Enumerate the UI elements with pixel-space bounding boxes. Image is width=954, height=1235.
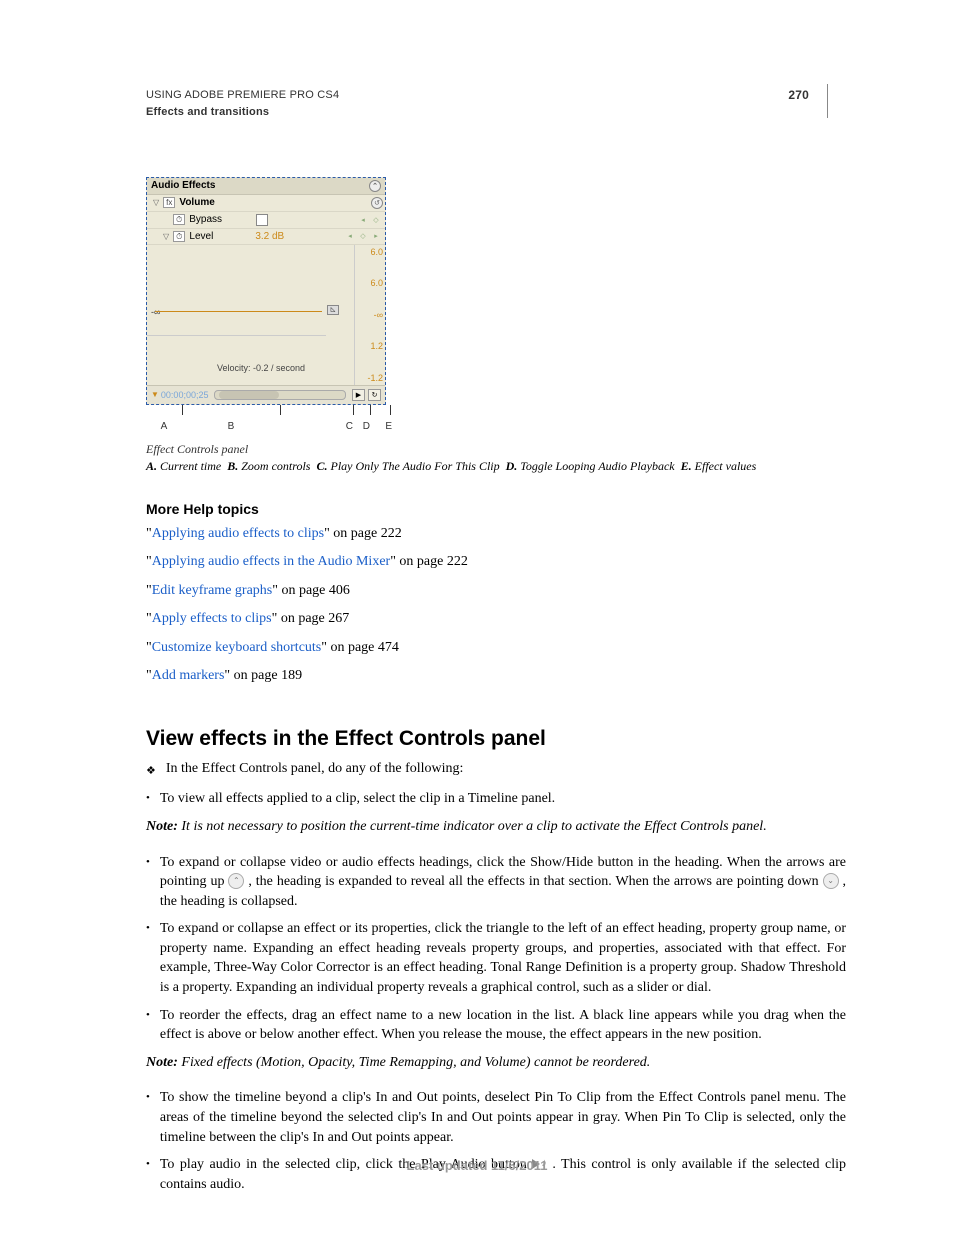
level-label: Level [189, 231, 213, 242]
time-triangle-icon: ▼ [151, 390, 159, 399]
scale-val: -1.2 [355, 373, 383, 383]
chevron-up-circle-icon: ⌃ [228, 873, 244, 889]
intro-line: ❖ In the Effect Controls panel, do any o… [146, 761, 846, 781]
keyframe-add-icon: ◇ [371, 215, 381, 225]
page-header: USING ADOBE PREMIERE PRO CS4 Effects and… [146, 88, 846, 121]
callout-c: C [280, 421, 353, 432]
header-divider [827, 84, 828, 118]
volume-label: Volume [179, 197, 214, 208]
list-item: • To reorder the effects, drag an effect… [146, 1006, 846, 1045]
bullet-icon: • [146, 789, 150, 809]
keyframe-next-icon: ▸ [371, 231, 381, 241]
zoom-scrollbar [214, 390, 346, 400]
help-link[interactable]: Apply effects to clips [152, 611, 272, 626]
collapse-up-icon: ⌃ [369, 180, 381, 192]
bullet-icon: • [146, 1088, 150, 1147]
level-graph: -∞ ◺ Velocity: -0.2 / second 6.0 6.0 -∞ … [147, 245, 385, 385]
section-heading: View effects in the Effect Controls pane… [146, 727, 846, 751]
list-item: • To expand or collapse video or audio e… [146, 853, 846, 912]
play-audio-icon: ▶ [352, 389, 365, 401]
scale-val: 1.2 [355, 341, 383, 351]
callout-a: A [146, 421, 182, 432]
callout-labels: A B C D E [146, 421, 396, 432]
keyframe-badge-icon: ⏱ [173, 214, 185, 225]
keyframe-prev-icon: ◂ [358, 215, 368, 225]
list-item: • To show the timeline beyond a clip's I… [146, 1088, 846, 1147]
callout-e: E [370, 421, 392, 432]
loop-audio-icon: ↻ [368, 389, 381, 401]
zoom-thumb [219, 391, 279, 399]
chevron-down-circle-icon: ⌄ [823, 873, 839, 889]
keyframe-add-icon: ◇ [358, 231, 368, 241]
help-link[interactable]: Customize keyboard shortcuts [152, 640, 322, 655]
neg-infinity-label: -∞ [151, 307, 160, 317]
graph-scale: 6.0 6.0 -∞ 1.2 -1.2 [354, 245, 385, 385]
help-link[interactable]: Applying audio effects to clips [152, 526, 324, 541]
panel-title: Audio Effects [151, 180, 215, 191]
list-item: • To expand or collapse an effect or its… [146, 919, 846, 997]
help-link-line: "Applying audio effects in the Audio Mix… [146, 551, 846, 573]
figure-caption: Effect Controls panel [146, 442, 846, 458]
graph-line [155, 311, 322, 312]
panel-footer: ▼ 00:00;00;25 ▶ ↻ [147, 385, 385, 404]
help-link-line: "Apply effects to clips" on page 267 [146, 608, 846, 630]
bullet-icon: • [146, 1006, 150, 1045]
help-link-line: "Add markers" on page 189 [146, 665, 846, 687]
page-number: 270 [788, 88, 809, 102]
help-links: "Applying audio effects to clips" on pag… [146, 523, 846, 687]
effect-controls-panel: Audio Effects ⌃ ▽ fx Volume ↺ ⏱ Bypass ◂ [146, 177, 386, 405]
callout-d: D [353, 421, 370, 432]
more-help-heading: More Help topics [146, 501, 846, 517]
page-footer: Last updated 11/6/2011 [0, 1158, 954, 1173]
list-item: • To view all effects applied to a clip,… [146, 789, 846, 809]
note-label: Note: [146, 1055, 178, 1070]
figure-effect-controls: Audio Effects ⌃ ▽ fx Volume ↺ ⏱ Bypass ◂ [146, 177, 846, 475]
scale-val: -∞ [355, 310, 383, 320]
bypass-checkbox [256, 214, 268, 226]
bullet-icon: • [146, 853, 150, 912]
doc-title: USING ADOBE PREMIERE PRO CS4 [146, 88, 768, 103]
reset-icon: ↺ [371, 197, 383, 209]
current-time: 00:00;00;25 [161, 390, 209, 400]
bullet-icon: • [146, 919, 150, 997]
graph-handle-icon: ◺ [327, 305, 339, 315]
note: Note: Fixed effects (Motion, Opacity, Ti… [146, 1053, 846, 1073]
keyframe-prev-icon: ◂ [345, 231, 355, 241]
keyframe-badge-icon: ⏱ [173, 231, 185, 242]
scale-val: 6.0 [355, 247, 383, 257]
triangle-icon: ▽ [153, 198, 159, 207]
bypass-label: Bypass [189, 214, 222, 225]
callout-lines [146, 405, 396, 419]
graph-separator [147, 335, 326, 336]
help-link-line: "Customize keyboard shortcuts" on page 4… [146, 637, 846, 659]
triangle-icon: ▽ [163, 232, 169, 241]
help-link-line: "Edit keyframe graphs" on page 406 [146, 580, 846, 602]
note: Note: It is not necessary to position th… [146, 817, 846, 837]
diamond-bullet-icon: ❖ [146, 761, 156, 781]
help-link[interactable]: Edit keyframe graphs [152, 583, 273, 598]
help-link[interactable]: Add markers [152, 668, 225, 683]
scale-val: 6.0 [355, 278, 383, 288]
callout-b: B [182, 421, 280, 432]
help-link-line: "Applying audio effects to clips" on pag… [146, 523, 846, 545]
figure-legend: A. Current time B. Zoom controls C. Play… [146, 459, 846, 475]
effect-badge-icon: fx [163, 197, 175, 208]
doc-section: Effects and transitions [146, 105, 768, 120]
note-label: Note: [146, 819, 178, 834]
help-link[interactable]: Applying audio effects in the Audio Mixe… [152, 554, 390, 569]
velocity-label: Velocity: -0.2 / second [217, 363, 305, 373]
level-value: 3.2 dB [255, 231, 284, 242]
